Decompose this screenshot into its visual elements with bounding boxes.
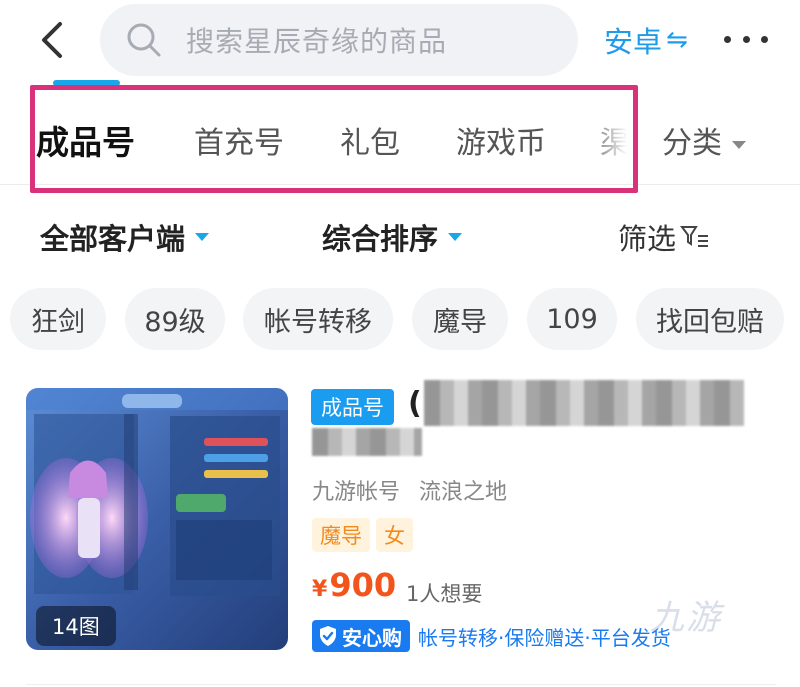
chevron-left-icon	[42, 22, 62, 58]
caret-down-icon	[195, 233, 210, 241]
filter-label: 筛选	[618, 222, 677, 256]
chip-tag[interactable]: 魔导	[412, 288, 508, 350]
product-type-tag: 成品号	[311, 389, 394, 425]
chip-tag[interactable]: 89级	[125, 288, 225, 350]
divider	[26, 684, 776, 685]
guarantee-badge-label: 安心购	[342, 625, 402, 650]
more-menu-button[interactable]	[724, 24, 768, 54]
seller-label: 九游帐号	[312, 480, 401, 505]
chip-tag[interactable]: 狂剑	[10, 288, 106, 350]
caret-down-icon	[732, 140, 746, 149]
tab-fade-overlay	[585, 100, 635, 180]
tab-first-charge[interactable]: 首充号	[194, 118, 284, 162]
search-bar[interactable]: 搜索星辰奇缘的商品	[100, 4, 578, 76]
redacted-title-line1	[424, 380, 744, 426]
dot-icon	[761, 35, 768, 43]
active-tab-indicator	[53, 80, 120, 86]
guarantee-row: 安心购 帐号转移·保险赠送·平台发货	[312, 620, 671, 652]
category-tabs: 成品号 首充号 礼包 游戏币 渠 分类	[0, 96, 800, 185]
sort-filter[interactable]: 综合排序	[322, 216, 463, 258]
shield-check-icon	[320, 626, 336, 646]
chip-tag[interactable]: 找回包赔	[636, 288, 784, 350]
platform-label: 安卓	[604, 25, 663, 59]
client-filter-label: 全部客户端	[40, 222, 186, 256]
swap-icon: ⇋	[666, 25, 688, 55]
product-title-start: (	[408, 386, 422, 421]
redacted-title-line2	[312, 428, 422, 456]
back-button[interactable]	[30, 18, 74, 62]
price-value: 900	[329, 566, 397, 604]
server-label: 流浪之地	[419, 480, 508, 505]
category-label: 分类	[662, 126, 722, 161]
price: ¥900	[312, 566, 396, 604]
search-placeholder: 搜索星辰奇缘的商品	[186, 25, 448, 58]
sort-filter-label: 综合排序	[322, 222, 439, 256]
watermark-logo: 九游	[650, 598, 722, 638]
tab-game-currency[interactable]: 游戏币	[456, 118, 546, 162]
tab-finished-account[interactable]: 成品号	[36, 116, 135, 164]
wants-count: 1人想要	[406, 582, 483, 606]
attribute-tag: 魔导	[312, 518, 370, 552]
platform-switch[interactable]: 安卓 ⇋	[604, 18, 688, 62]
caret-down-icon	[448, 233, 463, 241]
seller-info: 九游帐号 流浪之地	[312, 474, 507, 506]
chip-tag[interactable]: 帐号转移	[243, 288, 393, 350]
client-filter[interactable]: 全部客户端	[40, 216, 210, 258]
image-count-badge: 14图	[36, 606, 116, 646]
guarantee-text: 帐号转移·保险赠送·平台发货	[418, 625, 671, 650]
dot-icon	[724, 35, 731, 43]
funnel-icon	[680, 226, 709, 247]
guarantee-badge: 安心购	[312, 620, 410, 652]
filter-button[interactable]: 筛选	[618, 216, 710, 258]
dot-icon	[742, 35, 750, 43]
category-button[interactable]: 分类	[662, 118, 746, 162]
tab-gift-pack[interactable]: 礼包	[340, 118, 400, 162]
search-icon	[127, 23, 161, 57]
currency-symbol: ¥	[312, 577, 328, 602]
chip-tag[interactable]: 109	[527, 288, 617, 350]
attribute-tag: 女	[376, 518, 413, 552]
